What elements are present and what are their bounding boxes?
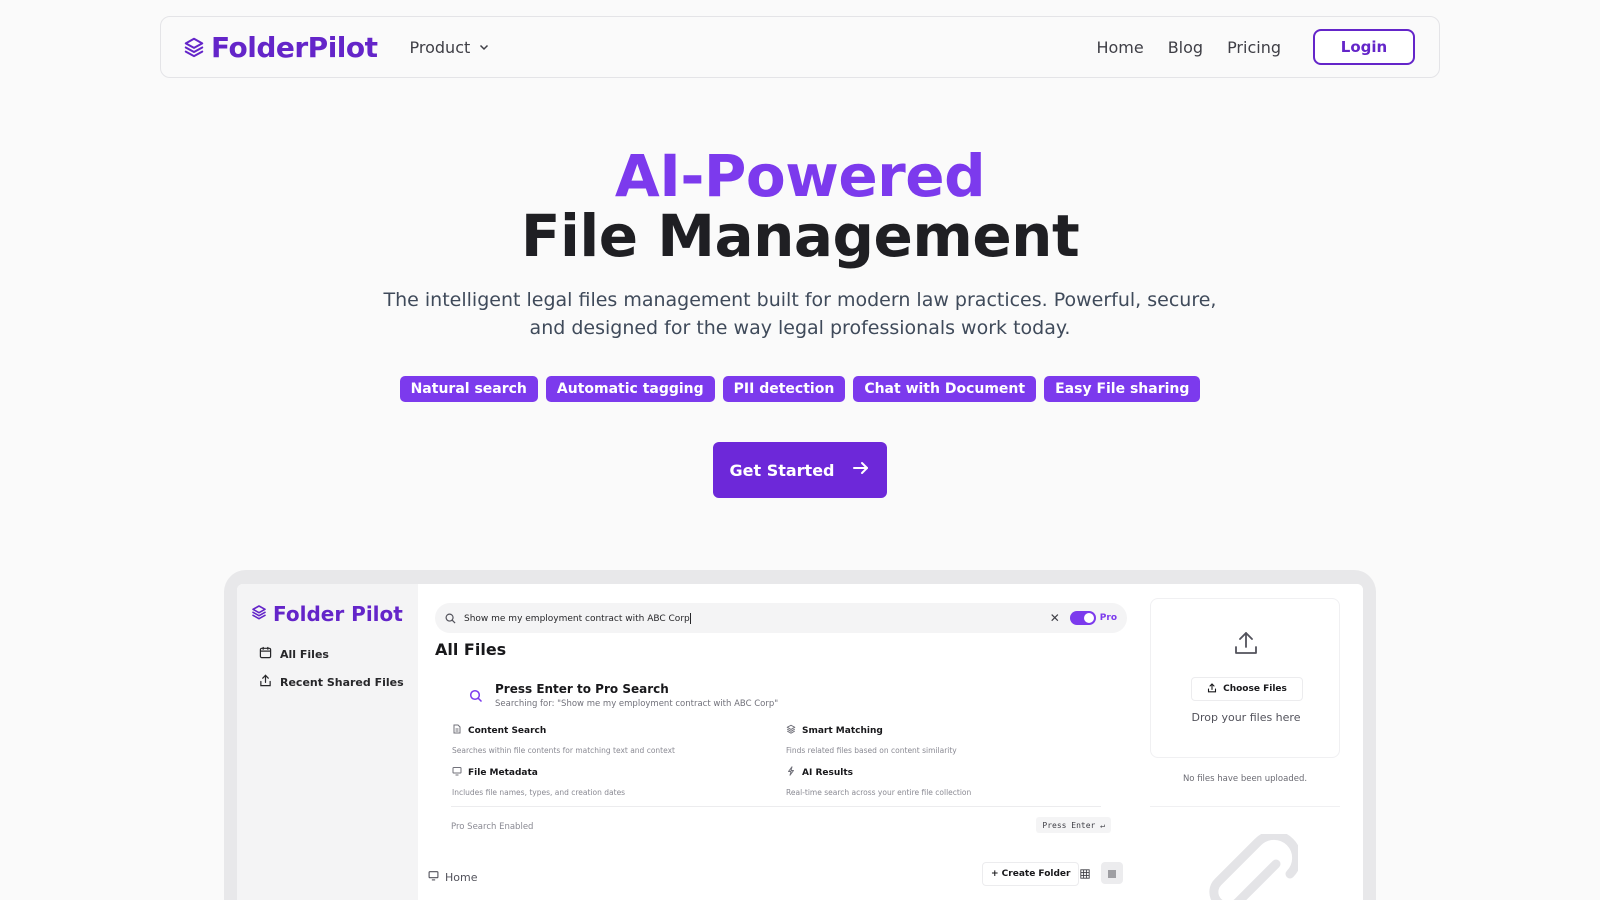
hero-title-main: File Management — [520, 202, 1080, 270]
feature-content-search: Content Search Searches within file cont… — [452, 724, 752, 755]
layers-icon — [786, 724, 796, 737]
tag-automatic-tagging: Automatic tagging — [545, 376, 715, 402]
get-started-label: Get Started — [729, 460, 835, 480]
sidebar-item-label: Recent Shared Files — [280, 675, 404, 689]
divider — [451, 806, 1101, 807]
upload-panel: Choose Files Drop your files here No fil… — [1142, 584, 1363, 900]
divider — [1150, 806, 1340, 807]
nav-link-home[interactable]: Home — [1096, 38, 1143, 57]
pro-search-query: Searching for: "Show me my employment co… — [495, 699, 779, 709]
search-icon — [469, 688, 483, 709]
feature-title: Content Search — [468, 725, 547, 736]
layers-icon — [251, 604, 267, 624]
tag-easy-file-sharing: Easy File sharing — [1044, 376, 1201, 402]
sidebar-item-all-files[interactable]: All Files — [259, 646, 329, 662]
tag-natural-search: Natural search — [399, 376, 538, 402]
feature-title: File Metadata — [468, 767, 538, 778]
app-sidebar: Folder Pilot All Files Recent Shared Fil… — [237, 584, 418, 900]
hero-subtitle: The intelligent legal files management b… — [383, 289, 1217, 339]
pro-search-title: Press Enter to Pro Search — [495, 682, 669, 696]
pro-search-panel: Press Enter to Pro Search Searching for:… — [435, 666, 1127, 836]
list-view-button[interactable] — [1101, 862, 1123, 884]
close-icon[interactable]: ✕ — [1050, 611, 1060, 625]
pro-toggle[interactable] — [1069, 611, 1096, 625]
feature-title: AI Results — [802, 767, 853, 778]
product-label: Product — [409, 37, 471, 57]
no-files-message: No files have been uploaded. — [1182, 774, 1308, 784]
search-bar[interactable]: Show me my employment contract with ABC … — [435, 603, 1127, 633]
monitor-icon — [428, 870, 439, 884]
document-icon — [452, 724, 462, 737]
breadcrumb[interactable]: Home — [428, 870, 477, 884]
upload-icon — [1207, 682, 1217, 696]
feature-desc: Searches within file contents for matchi… — [452, 746, 675, 755]
app-brand-name: Folder Pilot — [273, 602, 403, 626]
app-brand: Folder Pilot — [251, 602, 403, 626]
press-enter-hint: Press Enter ↵ — [1036, 817, 1111, 833]
feature-tags: Natural search Automatic tagging PII det… — [0, 376, 1600, 402]
choose-files-label: Choose Files — [1223, 684, 1287, 694]
nav-links: Home Blog Pricing Login — [1072, 29, 1415, 65]
drop-files-text: Drop your files here — [1191, 711, 1301, 724]
feature-title: Smart Matching — [802, 725, 883, 736]
breadcrumb-home: Home — [445, 870, 478, 884]
product-dropdown[interactable]: Product — [410, 38, 491, 57]
nav-link-blog[interactable]: Blog — [1168, 38, 1203, 57]
list-icon — [1107, 864, 1117, 883]
chevron-down-icon — [478, 38, 490, 57]
hero-title-accent: AI-Powered — [614, 142, 986, 210]
login-button[interactable]: Login — [1313, 29, 1415, 65]
feature-desc: Includes file names, types, and creation… — [452, 788, 626, 797]
upload-icon — [1232, 629, 1260, 661]
file-dropzone[interactable]: Choose Files Drop your files here — [1150, 598, 1340, 758]
search-icon — [445, 609, 456, 628]
paperclip-icon — [1198, 830, 1302, 900]
nav-link-pricing[interactable]: Pricing — [1227, 38, 1281, 57]
file-toolbar: Home + Create Folder — [418, 862, 1142, 892]
brand-logo[interactable]: FolderPilot — [183, 31, 378, 64]
get-started-button[interactable]: Get Started — [713, 442, 887, 498]
lightning-icon — [786, 766, 796, 779]
tag-chat-with-document: Chat with Document — [853, 376, 1037, 402]
grid-icon — [1080, 864, 1090, 883]
page-title: All Files — [435, 640, 507, 659]
grid-view-button[interactable] — [1074, 862, 1096, 884]
arrow-right-icon — [851, 458, 871, 482]
sidebar-item-recent-shared[interactable]: Recent Shared Files — [259, 674, 404, 690]
tag-pii-detection: PII detection — [722, 376, 846, 402]
top-navbar: FolderPilot Product Home Blog Pricing Lo… — [160, 16, 1440, 78]
feature-smart-matching: Smart Matching Finds related files based… — [786, 724, 1086, 755]
pro-label: Pro — [1099, 613, 1117, 623]
feature-ai-results: AI Results Real-time search across your … — [786, 766, 1086, 797]
app-preview: Folder Pilot All Files Recent Shared Fil… — [237, 584, 1363, 900]
pro-search-status: Pro Search Enabled — [451, 822, 534, 832]
feature-desc: Real-time search across your entire file… — [786, 788, 972, 797]
choose-files-button[interactable]: Choose Files — [1191, 677, 1303, 701]
search-input[interactable]: Show me my employment contract with ABC … — [464, 612, 691, 624]
feature-file-metadata: File Metadata Includes file names, types… — [452, 766, 752, 797]
calendar-icon — [259, 646, 272, 662]
share-icon — [259, 674, 272, 690]
pro-search-header[interactable]: Press Enter to Pro Search Searching for:… — [469, 682, 778, 709]
brand-name: FolderPilot — [211, 30, 378, 64]
sidebar-item-label: All Files — [280, 647, 329, 661]
create-folder-button[interactable]: + Create Folder — [982, 862, 1080, 886]
layers-icon — [183, 36, 205, 58]
feature-desc: Finds related files based on content sim… — [786, 746, 957, 755]
app-main: Show me my employment contract with ABC … — [418, 584, 1142, 900]
monitor-icon — [452, 766, 462, 779]
